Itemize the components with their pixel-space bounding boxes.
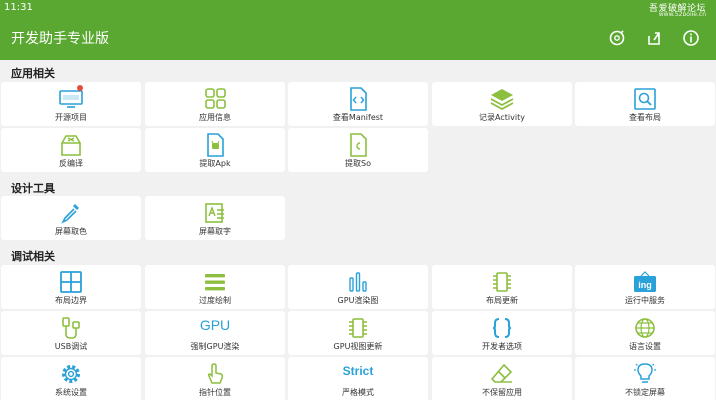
status-time: 11:31: [4, 2, 33, 13]
card-extract-so[interactable]: 提取So: [288, 128, 428, 172]
card-color-picker[interactable]: 屏幕取色: [1, 196, 141, 240]
section-debug: 调试相关: [11, 250, 55, 263]
card-system-settings[interactable]: 系统设置: [1, 357, 141, 400]
card-label: 布局更新: [486, 296, 518, 305]
section-app: 应用相关: [11, 67, 55, 80]
card-label: 提取Apk: [199, 159, 231, 168]
card-label: 屏幕取色: [55, 227, 87, 236]
gear-icon: [58, 362, 84, 386]
card-gpu-view-updates[interactable]: GPU视图更新: [288, 311, 428, 355]
card-label: 指针位置: [199, 388, 231, 397]
gpu-text-icon: GPU: [199, 317, 231, 333]
eyedropper-icon: [58, 201, 84, 225]
usb-cable-icon: [58, 316, 84, 340]
card-language-settings[interactable]: 语言设置: [575, 311, 715, 355]
layout-search-icon: [632, 87, 658, 111]
card-gpu-render-graph[interactable]: GPU渲染图: [288, 265, 428, 309]
card-dont-keep-activities[interactable]: 不保留应用: [432, 357, 572, 400]
card-text-picker[interactable]: 屏幕取字: [145, 196, 285, 240]
card-label: 应用信息: [199, 113, 231, 122]
card-layout-updates[interactable]: 布局更新: [432, 265, 572, 309]
feedback-icon[interactable]: [607, 28, 627, 48]
apk-file-icon: [202, 133, 228, 157]
code-file-icon: [345, 87, 371, 111]
section-design: 设计工具: [11, 182, 55, 195]
so-file-icon: [345, 133, 371, 157]
chip-icon: [345, 316, 371, 340]
card-label: 查看布局: [629, 113, 661, 122]
card-overdraw[interactable]: 过度绘制: [145, 265, 285, 309]
card-label: 开发者选项: [482, 342, 522, 351]
card-app-info[interactable]: 应用信息: [145, 82, 285, 126]
menu-lines-icon: [202, 270, 228, 294]
new-badge: [77, 85, 83, 91]
card-view-manifest[interactable]: 查看Manifest: [288, 82, 428, 126]
card-label: 不锁定屏幕: [625, 388, 665, 397]
card-decompile[interactable]: 反编译: [1, 128, 141, 172]
card-stay-awake[interactable]: 不锁定屏幕: [575, 357, 715, 400]
card-running-services[interactable]: ing 运行中服务: [575, 265, 715, 309]
strict-text-icon: Strict: [342, 364, 374, 378]
bar-chart-icon: [345, 270, 371, 294]
card-label: 不保留应用: [482, 388, 522, 397]
card-record-activity[interactable]: 记录Activity: [432, 82, 572, 126]
card-label: 反编译: [59, 159, 83, 168]
card-strict-mode[interactable]: Strict 严格模式: [288, 357, 428, 400]
info-icon[interactable]: [681, 28, 701, 48]
card-label: 提取So: [345, 159, 371, 168]
layers-icon: [489, 87, 515, 111]
card-label: 过度绘制: [199, 296, 231, 305]
card-label: 语言设置: [629, 342, 661, 351]
card-label: 运行中服务: [625, 296, 665, 305]
card-usb-debugging[interactable]: USB调试: [1, 311, 141, 355]
chip-icon: [489, 270, 515, 294]
lightbulb-icon: [632, 362, 658, 386]
card-pointer-location[interactable]: 指针位置: [145, 357, 285, 400]
card-label: 记录Activity: [479, 113, 525, 122]
text-image-icon: [202, 201, 228, 225]
card-layout-bounds[interactable]: 布局边界: [1, 265, 141, 309]
pointer-hand-icon: [202, 362, 228, 386]
card-label: 强制GPU渲染: [190, 342, 240, 351]
card-open-source[interactable]: 开源项目: [1, 82, 141, 126]
share-icon[interactable]: [644, 28, 664, 48]
card-label: GPU视图更新: [333, 342, 383, 351]
box-icon: [58, 133, 84, 157]
card-force-gpu[interactable]: GPU 强制GPU渲染: [145, 311, 285, 355]
card-label: 开源项目: [55, 113, 87, 122]
card-label: 系统设置: [55, 388, 87, 397]
braces-icon: [489, 316, 515, 340]
layout-bounds-icon: [58, 270, 84, 294]
card-label: USB调试: [54, 342, 88, 351]
app-bar: 开发助手专业版: [0, 16, 716, 60]
status-bar: 11:31 吾爱破解论坛 www.52pojie.cn: [0, 0, 716, 18]
running-sign-icon: ing: [632, 270, 658, 294]
card-developer-options[interactable]: 开发者选项: [432, 311, 572, 355]
card-extract-apk[interactable]: 提取Apk: [145, 128, 285, 172]
ing-text: ing: [638, 280, 652, 290]
card-label: GPU渲染图: [337, 296, 379, 305]
card-label: 屏幕取字: [199, 227, 231, 236]
card-label: 布局边界: [55, 296, 87, 305]
eraser-icon: [489, 362, 515, 386]
card-label: 查看Manifest: [332, 113, 384, 122]
card-view-layout[interactable]: 查看布局: [575, 82, 715, 126]
globe-icon: [632, 316, 658, 340]
card-label: 严格模式: [342, 388, 374, 397]
app-title: 开发助手专业版: [11, 31, 109, 47]
grid-icon: [202, 87, 228, 111]
